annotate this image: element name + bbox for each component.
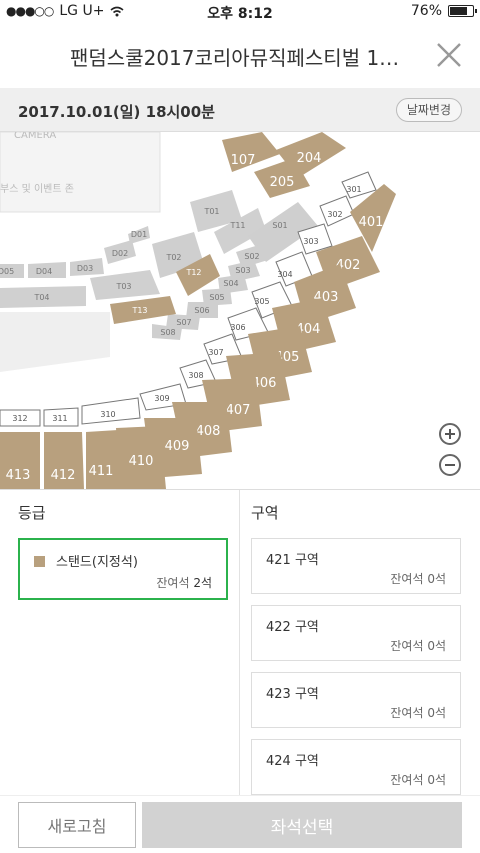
svg-text:D03: D03 — [77, 264, 93, 273]
svg-text:409: 409 — [165, 439, 190, 454]
selection-panel: 등급 스탠드(지정석) 잔여석 2석 구역 421 구역 잔여석 0석 422 … — [0, 489, 480, 796]
svg-text:T03: T03 — [115, 282, 131, 291]
svg-text:307: 307 — [208, 348, 223, 357]
svg-text:311: 311 — [52, 414, 67, 423]
svg-text:412: 412 — [51, 468, 76, 483]
svg-text:204: 204 — [297, 151, 322, 166]
page-title: 팬덤스쿨2017코리아뮤직페스티벌 1… — [70, 46, 400, 70]
svg-text:312: 312 — [12, 414, 27, 423]
zoom-in-icon[interactable] — [439, 423, 461, 445]
zone-heading: 구역 — [251, 504, 279, 522]
svg-text:301: 301 — [346, 185, 361, 194]
section-411[interactable] — [86, 430, 122, 489]
svg-text:T11: T11 — [229, 221, 245, 230]
zone-card[interactable]: 421 구역 잔여석 0석 — [251, 538, 461, 594]
svg-text:310: 310 — [100, 410, 115, 419]
svg-text:413: 413 — [6, 468, 31, 483]
date-bar: 2017.10.01(일) 18시00분 날짜변경 — [0, 88, 480, 132]
grade-color-swatch — [34, 556, 45, 567]
svg-text:D05: D05 — [0, 267, 14, 276]
svg-text:303: 303 — [303, 237, 318, 246]
svg-text:T04: T04 — [33, 293, 49, 302]
svg-text:305: 305 — [254, 297, 269, 306]
change-date-button[interactable]: 날짜변경 — [395, 98, 462, 122]
map-label-camera: CAMERA — [14, 132, 56, 141]
svg-text:S07: S07 — [176, 318, 191, 327]
zone-card[interactable]: 424 구역 잔여석 0석 — [251, 739, 461, 795]
svg-text:S02: S02 — [244, 252, 259, 261]
svg-text:D02: D02 — [112, 249, 128, 258]
grade-remaining: 잔여석 2석 — [156, 576, 212, 590]
svg-text:T12: T12 — [185, 268, 201, 277]
close-icon[interactable] — [436, 42, 462, 68]
svg-text:S06: S06 — [194, 306, 209, 315]
svg-text:S05: S05 — [209, 293, 224, 302]
status-time: 오후 8:12 — [207, 6, 273, 22]
svg-text:205: 205 — [270, 175, 295, 190]
svg-text:407: 407 — [226, 403, 251, 418]
svg-text:304: 304 — [277, 270, 292, 279]
svg-text:408: 408 — [196, 424, 221, 439]
svg-text:411: 411 — [89, 464, 114, 479]
svg-text:401: 401 — [359, 215, 384, 230]
zone-card[interactable]: 423 구역 잔여석 0석 — [251, 672, 461, 728]
svg-text:S01: S01 — [272, 221, 287, 230]
svg-text:T02: T02 — [165, 253, 181, 262]
grade-name: 스탠드(지정석) — [56, 555, 138, 570]
svg-text:308: 308 — [188, 371, 203, 380]
battery-percent: 76% — [410, 3, 442, 19]
svg-text:107: 107 — [231, 153, 256, 168]
svg-text:S08: S08 — [160, 328, 175, 337]
grade-heading: 등급 — [18, 504, 46, 522]
seat-map[interactable]: CAMERA 부스 및 이벤트 존 T01 T11 S01 D01 D02 D0… — [0, 132, 480, 489]
svg-text:302: 302 — [327, 210, 342, 219]
svg-text:S04: S04 — [223, 279, 238, 288]
performance-date: 2017.10.01(일) 18시00분 — [18, 103, 215, 121]
footer-bar: 새로고침 좌석선택 — [0, 795, 480, 853]
svg-text:309: 309 — [154, 394, 169, 403]
refresh-button[interactable]: 새로고침 — [18, 802, 136, 848]
svg-text:410: 410 — [129, 454, 154, 469]
svg-text:T01: T01 — [203, 207, 219, 216]
seat-map-svg[interactable]: CAMERA 부스 및 이벤트 존 T01 T11 S01 D01 D02 D0… — [0, 132, 480, 489]
zone-list: 421 구역 잔여석 0석 422 구역 잔여석 0석 423 구역 잔여석 0… — [251, 538, 461, 796]
svg-text:S03: S03 — [235, 266, 250, 275]
zone-card[interactable]: 422 구역 잔여석 0석 — [251, 605, 461, 661]
svg-text:306: 306 — [230, 323, 245, 332]
map-label-booth: 부스 및 이벤트 존 — [0, 183, 74, 195]
svg-text:T13: T13 — [131, 306, 147, 315]
svg-text:D04: D04 — [36, 267, 52, 276]
status-bar: ●●●○○ LG U+ 오후 8:12 76% — [0, 0, 480, 24]
zoom-out-icon[interactable] — [439, 454, 461, 476]
zone-column: 구역 421 구역 잔여석 0석 422 구역 잔여석 0석 423 구역 잔여… — [241, 490, 480, 796]
header: 팬덤스쿨2017코리아뮤직페스티벌 1… — [0, 24, 480, 88]
grade-card-selected[interactable]: 스탠드(지정석) 잔여석 2석 — [18, 538, 228, 600]
select-seat-button[interactable]: 좌석선택 — [142, 802, 462, 848]
battery-icon — [448, 5, 477, 17]
svg-text:D01: D01 — [131, 230, 147, 239]
grade-column: 등급 스탠드(지정석) 잔여석 2석 — [0, 490, 240, 796]
